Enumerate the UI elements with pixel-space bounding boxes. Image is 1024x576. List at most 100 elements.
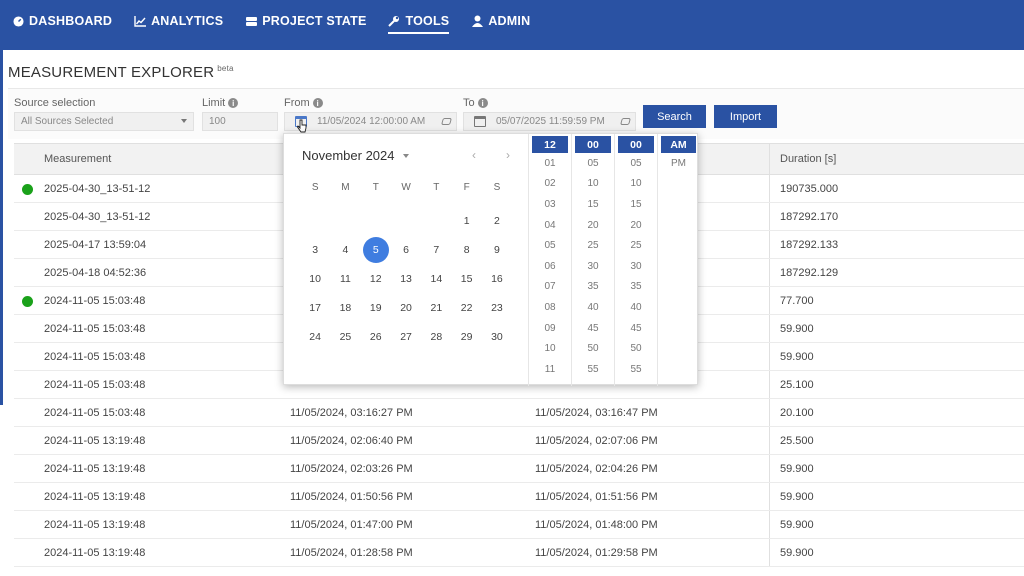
second-option[interactable]: 25 [615,235,657,256]
hour-option[interactable]: 11 [529,359,571,380]
table-row[interactable]: 2024-11-05 13:19:48 11/05/2024, 01:28:58 … [14,539,1024,567]
info-icon[interactable]: i [312,98,323,108]
minute-option[interactable]: 05 [572,153,614,174]
limit-input[interactable]: 100 [202,112,278,131]
second-option[interactable]: 30 [615,256,657,277]
calendar-day[interactable]: 20 [391,293,421,322]
calendar-day[interactable]: 2 [482,206,512,235]
second-option[interactable]: 15 [615,194,657,215]
hour-option[interactable]: 06 [529,256,571,277]
nav-analytics[interactable]: ANALYTICS [134,0,223,42]
nav-dashboard[interactable]: DASHBOARD [12,0,112,42]
calendar-icon[interactable] [474,116,486,127]
calendar-day[interactable]: 28 [421,322,451,351]
minute-option[interactable]: 25 [572,235,614,256]
minute-option[interactable]: 20 [572,215,614,236]
minute-option[interactable]: 10 [572,174,614,195]
calendar-day[interactable]: 27 [391,322,421,351]
hour-option[interactable]: 07 [529,277,571,298]
calendar-day[interactable]: 3 [300,235,330,264]
calendar-day[interactable]: 23 [482,293,512,322]
hour-option[interactable]: 01 [529,153,571,174]
calendar-day[interactable]: 15 [451,264,481,293]
calendar-day[interactable]: 8 [451,235,481,264]
table-row[interactable]: 2024-11-05 13:19:48 11/05/2024, 02:03:26 … [14,455,1024,483]
hours-selected[interactable]: 12 [532,136,568,153]
second-option[interactable]: 20 [615,215,657,236]
calendar-day[interactable]: 29 [451,322,481,351]
calendar-day[interactable]: 9 [482,235,512,264]
hour-option[interactable]: 09 [529,318,571,339]
calendar-day[interactable]: 18 [330,293,360,322]
calendar-day[interactable]: 10 [300,264,330,293]
calendar-day[interactable]: 25 [330,322,360,351]
minute-option[interactable]: 45 [572,318,614,339]
calendar-day[interactable]: 13 [391,264,421,293]
calendar-day[interactable]: 1 [451,206,481,235]
hour-option[interactable]: 05 [529,235,571,256]
nav-tools[interactable]: TOOLS [388,0,450,42]
seconds-selected[interactable]: 00 [618,136,654,153]
second-option[interactable]: 10 [615,174,657,195]
from-date-input[interactable]: 11/05/2024 12:00:00 AM [284,112,457,131]
hour-option[interactable]: 04 [529,215,571,236]
nav-project-state[interactable]: PROJECT STATE [245,0,366,42]
minute-option[interactable]: 55 [572,359,614,380]
weekday-label: T [433,182,440,193]
hour-option[interactable]: 02 [529,174,571,195]
calendar-day[interactable]: 24 [300,322,330,351]
calendar-day[interactable]: 17 [300,293,330,322]
calendar-day[interactable]: 4 [330,235,360,264]
to-date-input[interactable]: 05/07/2025 11:59:59 PM [463,112,636,131]
calendar-day[interactable]: 6 [391,235,421,264]
ampm-option[interactable]: PM [658,153,699,174]
calendar-day[interactable]: 21 [421,293,451,322]
import-button[interactable]: Import [714,105,777,128]
calendar-day[interactable]: 26 [361,322,391,351]
minute-option[interactable]: 50 [572,338,614,359]
second-option[interactable]: 50 [615,338,657,359]
table-row[interactable]: 2024-11-05 15:03:48 11/05/2024, 03:16:27 … [14,399,1024,427]
calendar-day[interactable]: 12 [361,264,391,293]
second-option[interactable]: 35 [615,277,657,298]
minute-option[interactable]: 40 [572,297,614,318]
table-row[interactable]: 2024-11-05 13:19:48 11/05/2024, 01:47:00 … [14,511,1024,539]
calendar-day[interactable]: 14 [421,264,451,293]
calendar-day[interactable]: 22 [451,293,481,322]
second-option[interactable]: 05 [615,153,657,174]
second-option[interactable]: 40 [615,297,657,318]
calendar-day[interactable]: 11 [330,264,360,293]
second-option[interactable]: 45 [615,318,657,339]
header-duration[interactable]: Duration [s] [780,144,836,174]
minute-option[interactable]: 15 [572,194,614,215]
calendar-day[interactable]: 30 [482,322,512,351]
search-button[interactable]: Search [643,105,706,128]
eraser-icon[interactable] [620,118,631,125]
next-month-button[interactable]: › [506,148,510,162]
prev-month-button[interactable]: ‹ [472,148,476,162]
calendar-day-label: 21 [430,301,443,314]
measurement-cell: 2025-04-17 13:59:04 [44,238,147,251]
nav-admin[interactable]: ADMIN [471,0,530,42]
calendar-day[interactable]: 5 [361,235,391,264]
minute-option[interactable]: 30 [572,256,614,277]
eraser-icon[interactable] [441,118,452,125]
header-measurement[interactable]: Measurement [44,144,111,174]
calendar-day[interactable]: 16 [482,264,512,293]
minutes-selected[interactable]: 00 [575,136,611,153]
minute-option[interactable]: 35 [572,277,614,298]
month-select[interactable]: November 2024 [302,148,409,163]
hour-option[interactable]: 10 [529,338,571,359]
hour-option[interactable]: 08 [529,297,571,318]
info-icon[interactable]: i [228,98,239,108]
calendar-day[interactable]: 19 [361,293,391,322]
datetime-picker: November 2024 ‹ › SMTWTFS 1 2 3 4 5 6 7 8 9 10 11 1… [283,133,699,386]
table-row[interactable]: 2024-11-05 13:19:48 11/05/2024, 01:50:56 … [14,483,1024,511]
hour-option[interactable]: 03 [529,194,571,215]
second-option[interactable]: 55 [615,359,657,380]
table-row[interactable]: 2024-11-05 13:19:48 11/05/2024, 02:06:40 … [14,427,1024,455]
calendar-day[interactable]: 7 [421,235,451,264]
info-icon[interactable]: i [477,98,488,108]
source-select[interactable]: All Sources Selected [14,112,194,131]
ampm-selected[interactable]: AM [661,136,696,153]
